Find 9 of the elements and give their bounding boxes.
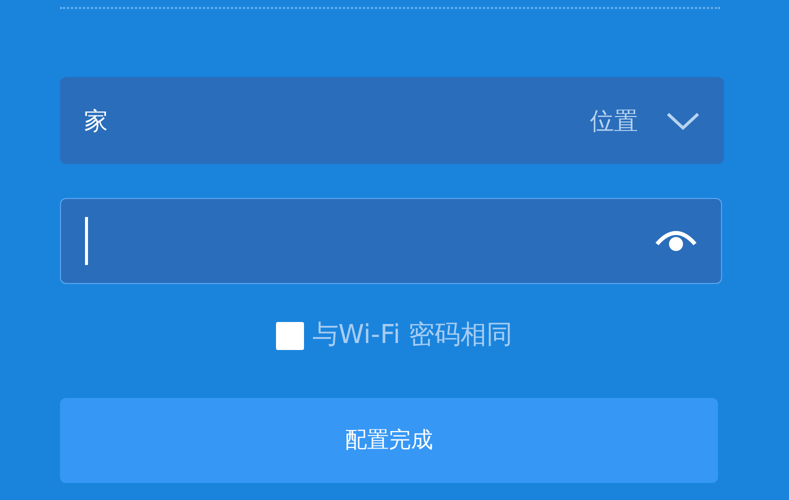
- checkbox-label: 与Wi-Fi 密码相同: [312, 319, 513, 352]
- location-select[interactable]: 家 位置: [60, 77, 724, 164]
- location-label: 位置: [590, 106, 638, 136]
- submit-button[interactable]: 配置完成: [60, 398, 718, 483]
- checkbox[interactable]: [276, 322, 304, 350]
- chevron-down-icon[interactable]: [666, 110, 700, 130]
- password-field[interactable]: [60, 198, 722, 284]
- location-value: 家: [84, 106, 108, 136]
- eye-icon[interactable]: [655, 228, 697, 254]
